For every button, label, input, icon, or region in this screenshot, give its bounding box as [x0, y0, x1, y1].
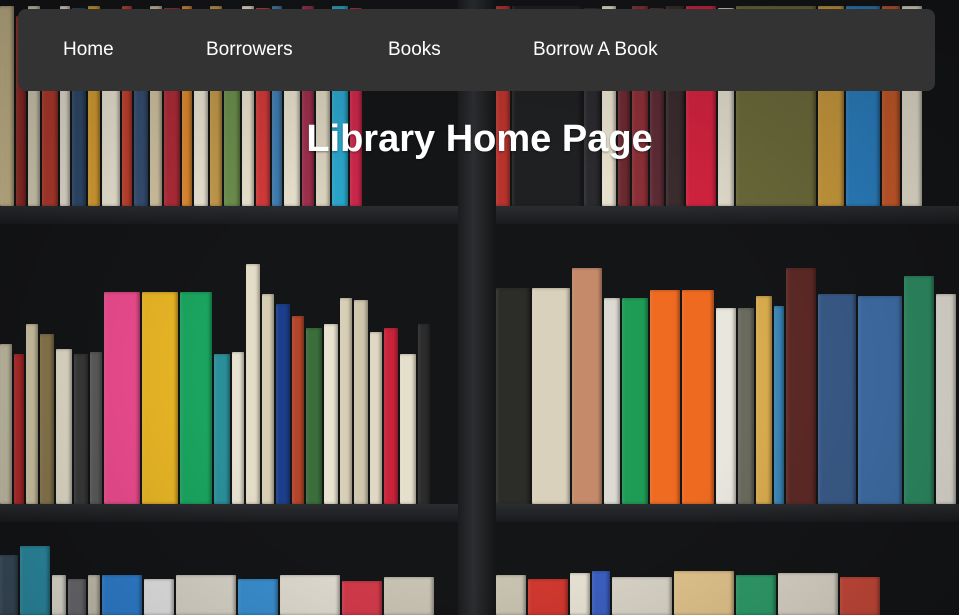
page-title: Library Home Page	[306, 118, 653, 160]
nav-link-borrowers[interactable]: Borrowers	[206, 39, 293, 61]
nav-link-home[interactable]: Home	[63, 39, 114, 61]
bookshelf-background	[0, 0, 959, 615]
nav-link-borrow-a-book[interactable]: Borrow A Book	[533, 39, 658, 61]
bottom-shelf-books-right	[496, 546, 882, 615]
main-navbar: Home Borrowers Books Borrow A Book	[18, 9, 935, 91]
middle-shelf-books	[0, 256, 432, 504]
nav-link-books[interactable]: Books	[388, 39, 441, 61]
middle-shelf-books-right	[496, 256, 958, 504]
bottom-shelf-books	[0, 546, 436, 615]
